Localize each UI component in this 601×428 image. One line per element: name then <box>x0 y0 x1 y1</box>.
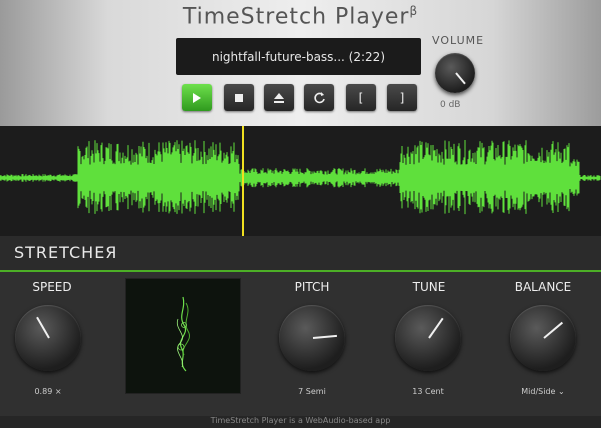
pitch-label: PITCH <box>294 280 330 294</box>
volume-knob-indicator <box>455 72 466 85</box>
stop-button[interactable] <box>224 84 254 111</box>
balance-knob[interactable] <box>510 305 576 371</box>
loop-icon <box>313 92 325 104</box>
track-display: nightfall-future-bass... (2:22) <box>176 38 421 75</box>
volume-knob[interactable] <box>435 53 475 93</box>
track-name: nightfall-future-bass... (2:22) <box>211 49 385 64</box>
volume-value: 0 dB <box>440 100 461 110</box>
pitch-knob[interactable] <box>279 305 345 371</box>
volume-label: VOLUME <box>432 34 485 47</box>
pitch-knob-indicator <box>312 334 337 339</box>
stretcher-title: STRETCHEЯ <box>14 243 118 262</box>
speed-label: SPEED <box>32 280 72 294</box>
app-title: TimeStretch Playerβ <box>182 4 419 30</box>
visualizer-graphic <box>176 296 190 372</box>
waveform-path <box>0 140 601 215</box>
waveform-view[interactable] <box>0 126 601 236</box>
tune-value: 13 Cent <box>412 387 444 396</box>
balance-knob-indicator <box>543 321 564 339</box>
play-button[interactable] <box>182 84 212 111</box>
footer-text: TimeStretch Player is a WebAudio-based a… <box>0 416 601 428</box>
speed-knob[interactable] <box>15 305 81 371</box>
eject-icon <box>274 92 284 103</box>
speed-value: 0.89 × <box>34 387 62 396</box>
tune-label: TUNE <box>412 280 446 294</box>
balance-label: BALANCE <box>514 280 572 294</box>
beta-mark: β <box>409 4 419 18</box>
speed-knob-indicator <box>36 316 50 339</box>
loop-start-button[interactable]: [ <box>346 84 376 111</box>
tune-knob[interactable] <box>395 305 461 371</box>
spectrum-visualizer <box>125 278 241 394</box>
waveform-graphic <box>0 126 601 236</box>
stop-icon <box>235 93 243 102</box>
play-icon <box>193 92 201 103</box>
tune-knob-indicator <box>428 317 444 339</box>
eject-button[interactable] <box>264 84 294 111</box>
loop-end-button[interactable]: ] <box>387 84 417 111</box>
loop-button[interactable] <box>304 84 334 111</box>
balance-mode-select[interactable]: Mid/Side ⌄ <box>503 387 583 396</box>
pitch-value: 7 Semi <box>298 387 326 396</box>
